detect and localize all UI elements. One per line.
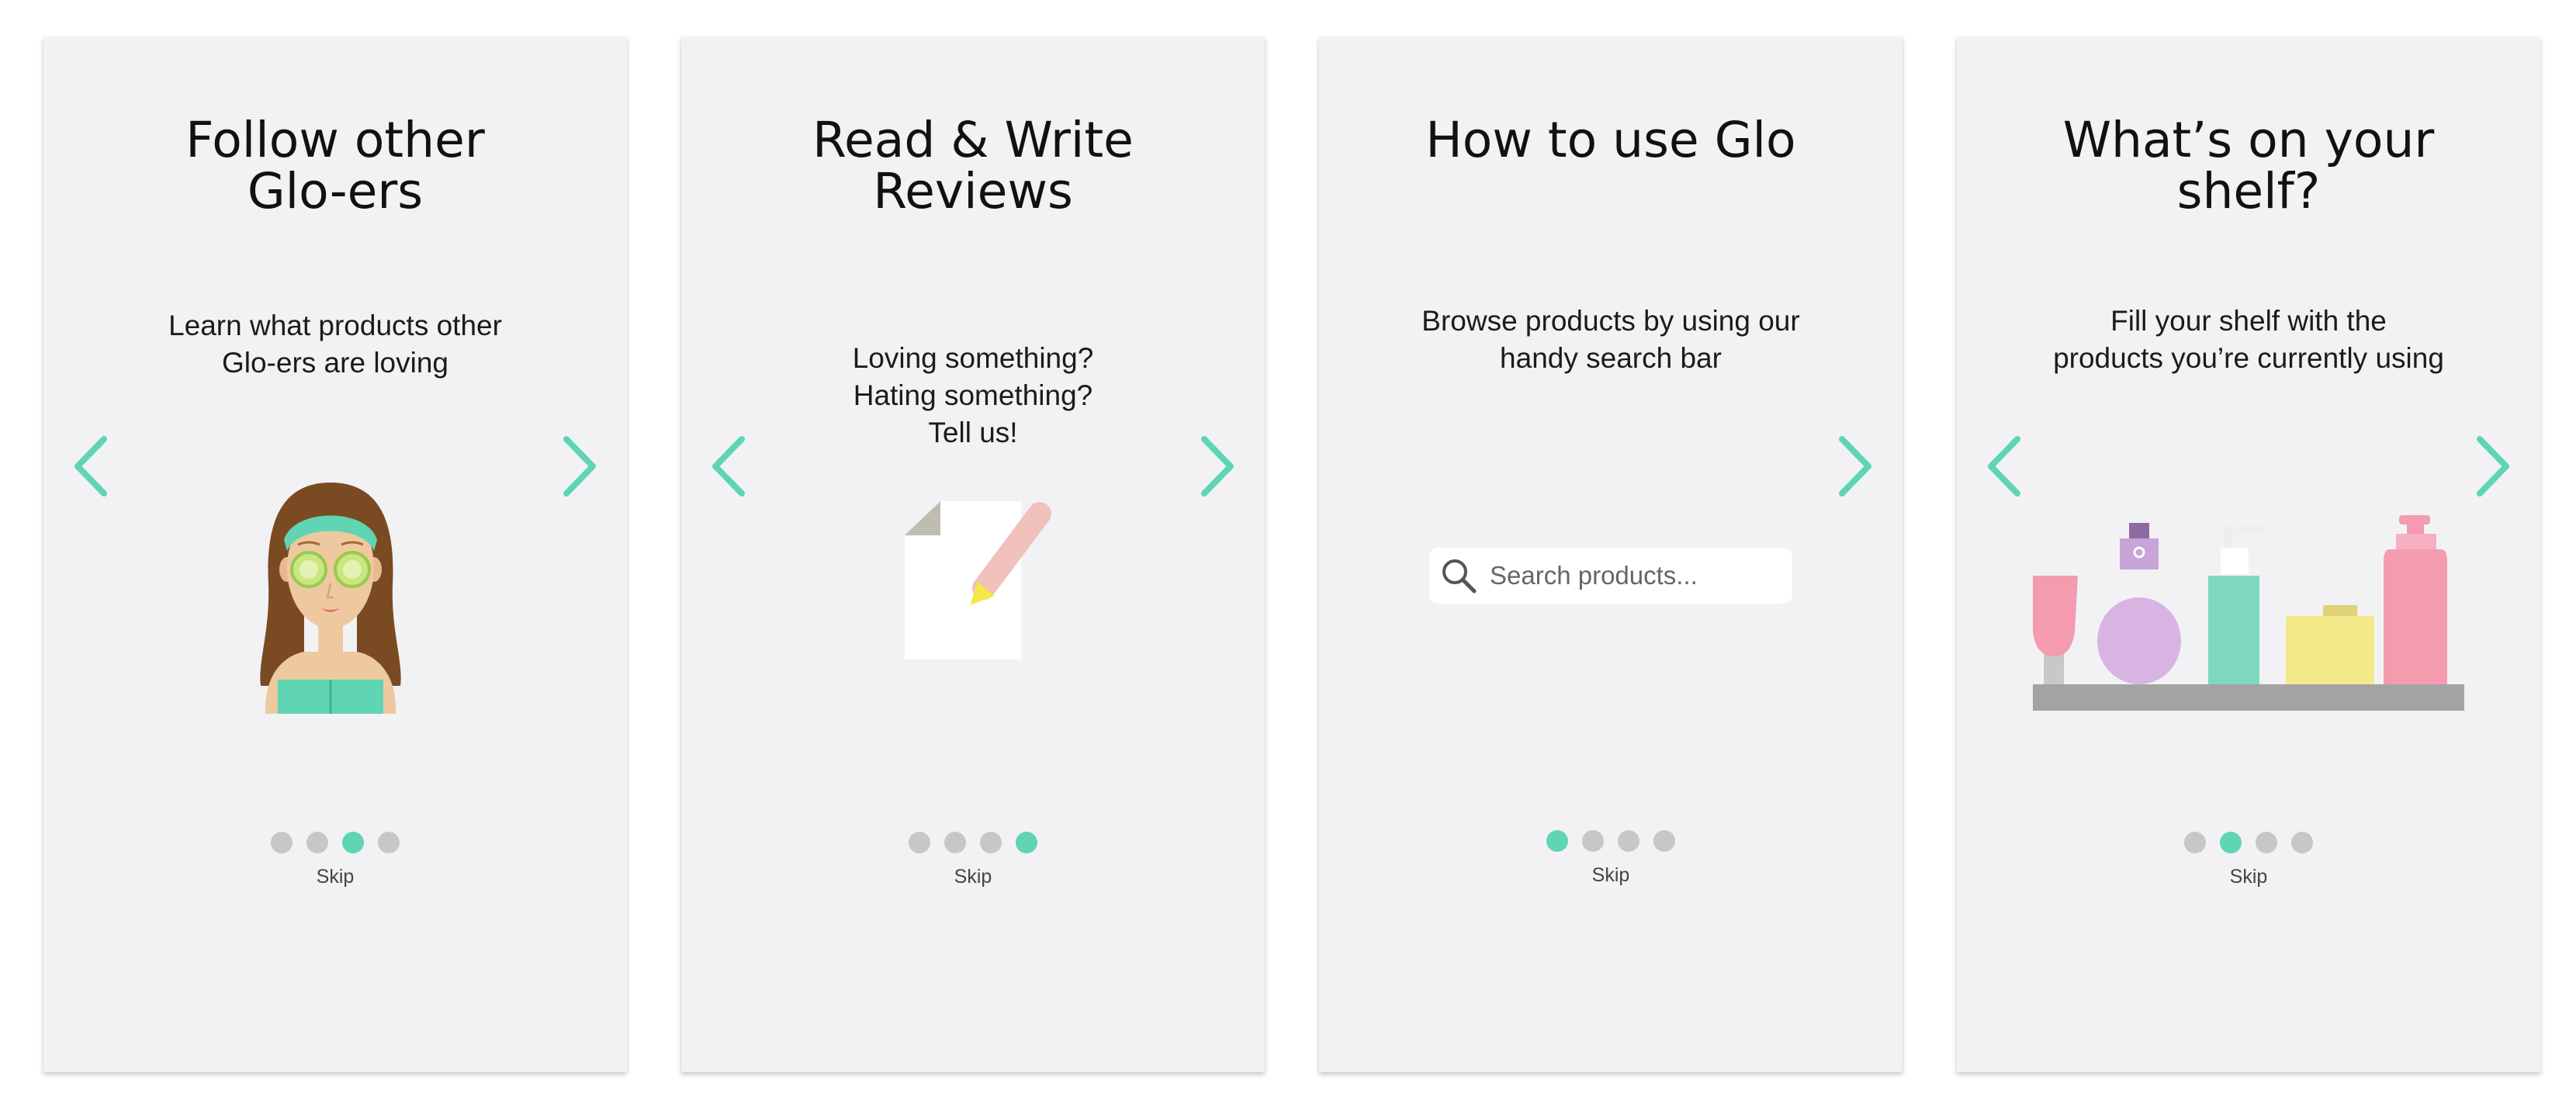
woman-face-mask-illustration — [250, 476, 411, 714]
page-dot[interactable] — [1653, 830, 1675, 852]
page-dot[interactable] — [2256, 832, 2277, 853]
product-shelf-illustration — [2033, 515, 2464, 711]
next-arrow-icon[interactable] — [2470, 431, 2517, 501]
page-dot[interactable] — [306, 832, 328, 853]
onboarding-card-shelf: What’s on your shelf? Fill your shelf wi… — [1957, 37, 2540, 1072]
page-dot[interactable] — [1582, 830, 1604, 852]
card-title: What’s on your shelf? — [2062, 112, 2435, 220]
card-title: Read & Write Reviews — [812, 112, 1134, 220]
previous-arrow-icon[interactable] — [67, 431, 113, 501]
page-dot[interactable] — [2220, 832, 2242, 853]
skip-link[interactable]: Skip — [1319, 864, 1903, 887]
page-dot[interactable] — [271, 832, 293, 853]
page-dot[interactable] — [1016, 832, 1037, 853]
page-dot[interactable] — [342, 832, 364, 853]
next-arrow-icon[interactable] — [557, 431, 604, 501]
next-arrow-icon[interactable] — [1833, 431, 1879, 501]
page-dot[interactable] — [378, 832, 400, 853]
card-description: Learn what products other Glo-ers are lo… — [168, 310, 502, 379]
search-input[interactable] — [1488, 560, 1786, 591]
paper-and-pencil-illustration — [903, 501, 1058, 659]
previous-arrow-icon[interactable] — [1980, 431, 2027, 501]
next-arrow-icon[interactable] — [1195, 431, 1241, 501]
card-title: How to use Glo — [1425, 112, 1796, 168]
page-dot[interactable] — [980, 832, 1002, 853]
card-description: Browse products by using our handy searc… — [1421, 305, 1800, 374]
onboarding-card-reviews: Read & Write Reviews Loving something? H… — [681, 37, 1265, 1072]
skip-link[interactable]: Skip — [43, 866, 627, 888]
search-icon — [1439, 556, 1479, 596]
onboarding-card-follow: Follow other Glo-ers Learn what products… — [43, 37, 627, 1072]
page-dot[interactable] — [909, 832, 930, 853]
page-dot[interactable] — [1618, 830, 1639, 852]
page-indicator — [1957, 832, 2540, 853]
search-bar — [1429, 548, 1792, 604]
previous-arrow-icon[interactable] — [705, 431, 751, 501]
page-indicator — [1319, 830, 1903, 852]
onboarding-card-how-to-use: How to use Glo Browse products by using … — [1319, 37, 1903, 1072]
page-dot[interactable] — [2184, 832, 2206, 853]
card-description: Loving something? Hating something? Tell… — [852, 342, 1094, 448]
skip-link[interactable]: Skip — [1957, 866, 2540, 888]
page-indicator — [681, 832, 1265, 853]
page-dot[interactable] — [2291, 832, 2313, 853]
skip-link[interactable]: Skip — [681, 866, 1265, 888]
page-indicator — [43, 832, 627, 853]
card-title: Follow other Glo-ers — [185, 112, 485, 220]
page-dot[interactable] — [944, 832, 966, 853]
page-dot[interactable] — [1546, 830, 1568, 852]
card-description: Fill your shelf with the products you’re… — [2053, 305, 2444, 374]
